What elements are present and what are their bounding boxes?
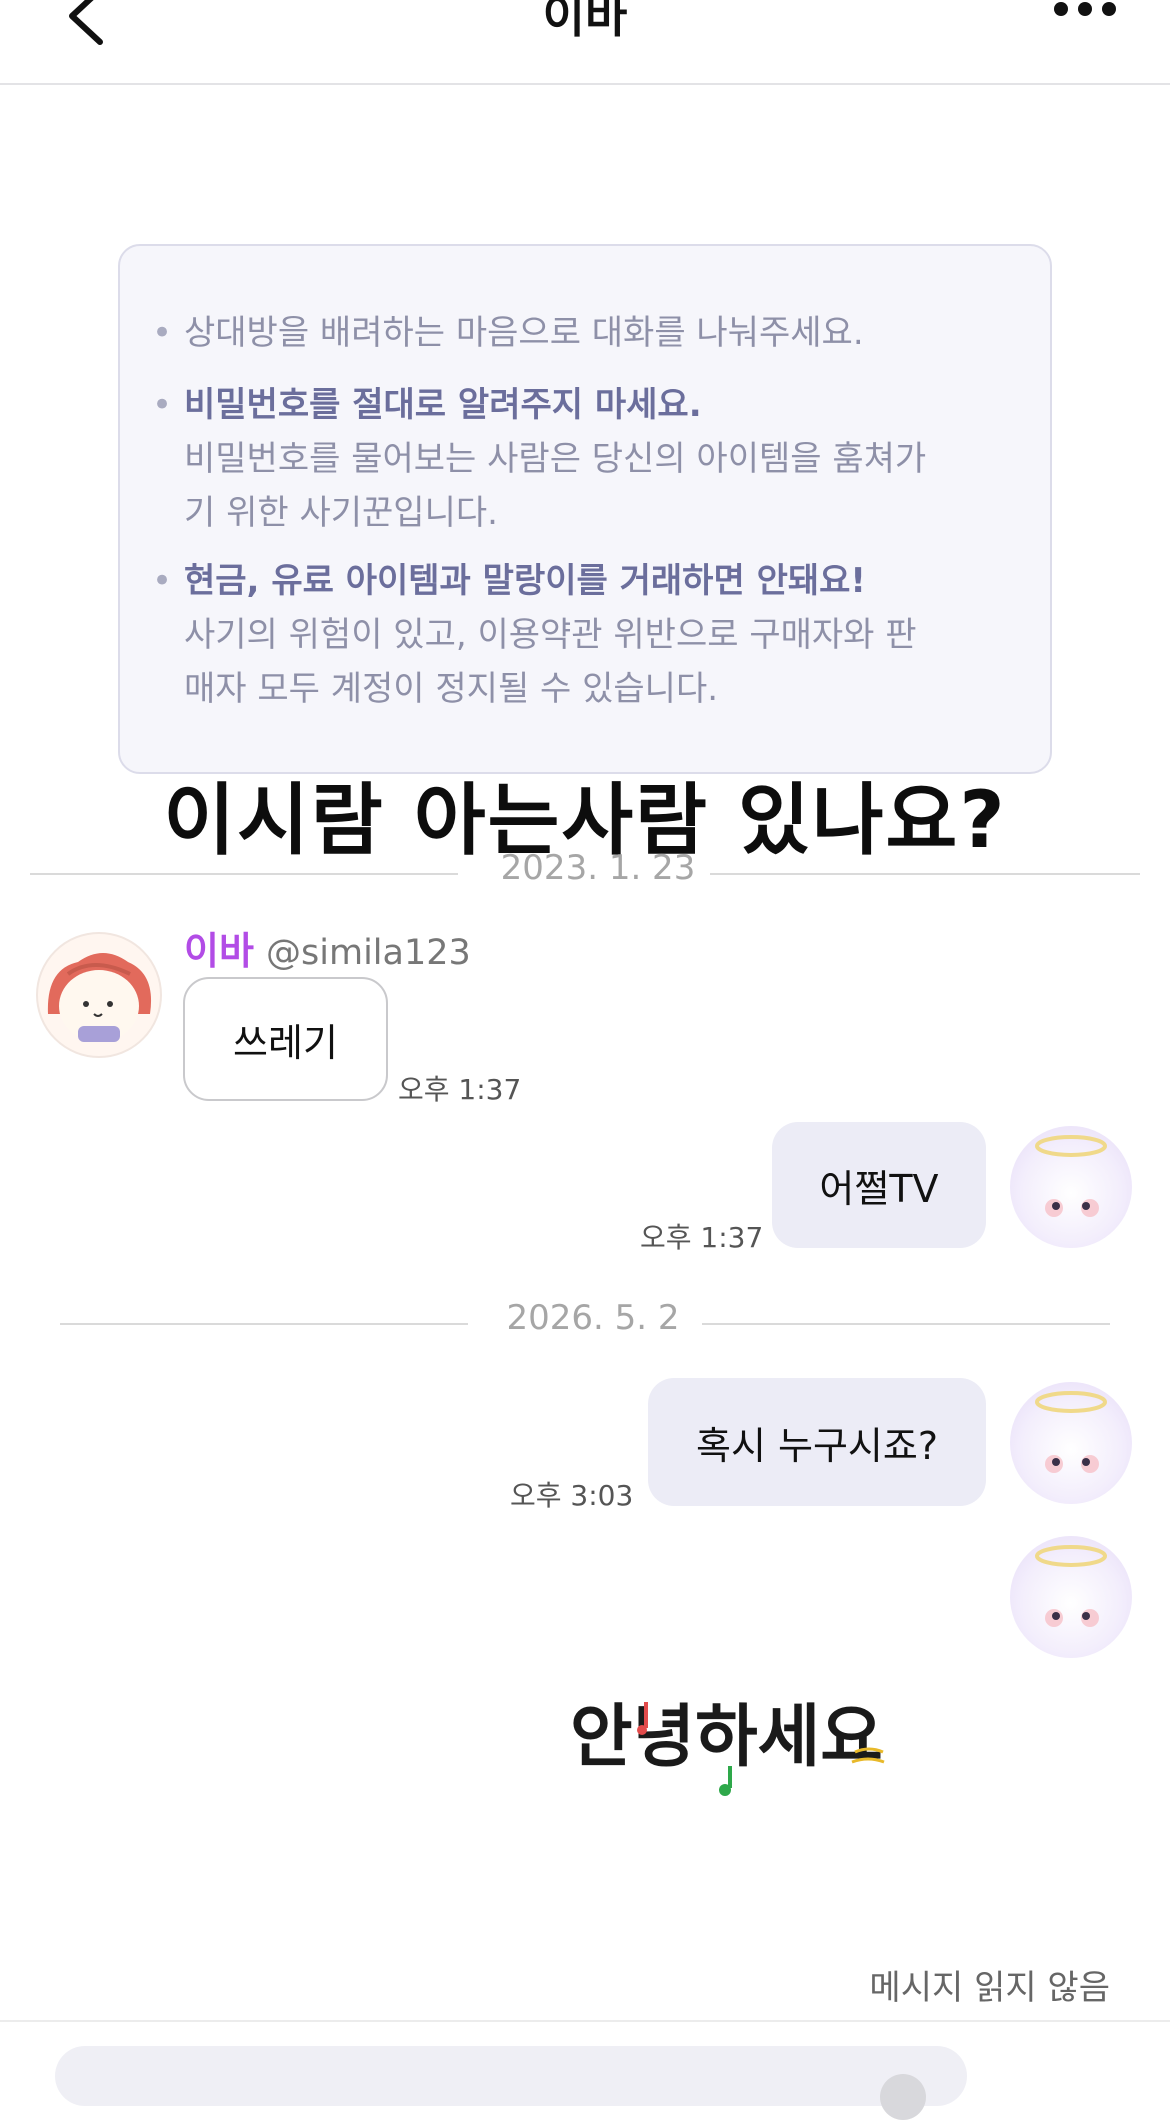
outgoing-message-bubble[interactable]: 어쩔TV (772, 1122, 986, 1248)
notice-text: 기 위한 사기꾼입니다. (184, 493, 498, 533)
date-label: 2026. 5. 2 (506, 1298, 680, 1338)
emoji-icon[interactable] (880, 2074, 926, 2120)
divider-line (710, 873, 1140, 875)
bullet: • (152, 385, 173, 425)
greeting-sticker[interactable]: 안녕하세요 (570, 1690, 910, 1800)
sender-handle: @simila123 (266, 933, 471, 973)
message-time: 오후 1:37 (640, 1221, 764, 1254)
date-divider: 2023. 1. 23 (30, 848, 1140, 898)
message-input-area (0, 2020, 1170, 2120)
more-horizontal-icon[interactable] (1050, 0, 1120, 24)
notice-text: 상대방을 배려하는 마음으로 대화를 나눠주세요. (184, 313, 864, 353)
angel-avatar-icon (1035, 1135, 1107, 1217)
incoming-message-bubble[interactable]: 쓰레기 (183, 977, 388, 1101)
outgoing-message-bubble[interactable]: 혹시 누구시죠? (648, 1378, 986, 1506)
notice-item: • 비밀번호를 절대로 알려주지 마세요. 비밀번호를 물어보는 사람은 당신의… (152, 378, 1010, 540)
date-label: 2023. 1. 23 (500, 848, 696, 888)
angel-avatar-icon (1035, 1391, 1107, 1473)
notice-text: 비밀번호를 물어보는 사람은 당신의 아이템을 훔쳐가 (184, 439, 927, 479)
sticker-text: 안녕하세요 (570, 1698, 883, 1777)
avatar[interactable] (36, 932, 162, 1058)
sender-nickname: 이바 (184, 929, 254, 973)
message-input[interactable] (55, 2046, 967, 2106)
notice-title: 비밀번호를 절대로 알려주지 마세요. (184, 385, 702, 425)
bullet: • (152, 313, 173, 353)
avatar[interactable] (1010, 1536, 1132, 1658)
divider-line (702, 1323, 1110, 1325)
notice-item: • 상대방을 배려하는 마음으로 대화를 나눠주세요. (152, 306, 1010, 360)
avatar[interactable] (1010, 1382, 1132, 1504)
notice-text: 사기의 위험이 있고, 이용약관 위반으로 구매자와 판 (184, 615, 917, 655)
safety-notice-box: • 상대방을 배려하는 마음으로 대화를 나눠주세요. • 비밀번호를 절대로 … (118, 244, 1052, 774)
divider-line (60, 1323, 468, 1325)
puppy-avatar-icon (47, 953, 152, 1042)
music-note-icon: 안녕하세요 (570, 1698, 885, 1796)
message-time: 오후 3:03 (510, 1479, 634, 1512)
sender-name: 이바 @simila123 (184, 920, 471, 975)
chat-title: 이바 (542, 0, 628, 43)
bullet: • (152, 561, 173, 601)
message-time: 오후 1:37 (398, 1073, 522, 1106)
date-divider: 2026. 5. 2 (60, 1298, 1110, 1348)
angel-avatar-icon (1035, 1545, 1107, 1627)
notice-title: 현금, 유료 아이템과 말랑이를 거래하면 안돼요! (184, 561, 866, 601)
divider-line (30, 873, 458, 875)
avatar[interactable] (1010, 1126, 1132, 1248)
notice-item: • 현금, 유료 아이템과 말랑이를 거래하면 안돼요! 사기의 위험이 있고,… (152, 554, 1010, 716)
chat-header: 이바 (0, 0, 1170, 85)
read-status: 메시지 읽지 않음 (869, 1968, 1110, 2008)
notice-text: 매자 모두 계정이 정지될 수 있습니다. (184, 669, 719, 709)
